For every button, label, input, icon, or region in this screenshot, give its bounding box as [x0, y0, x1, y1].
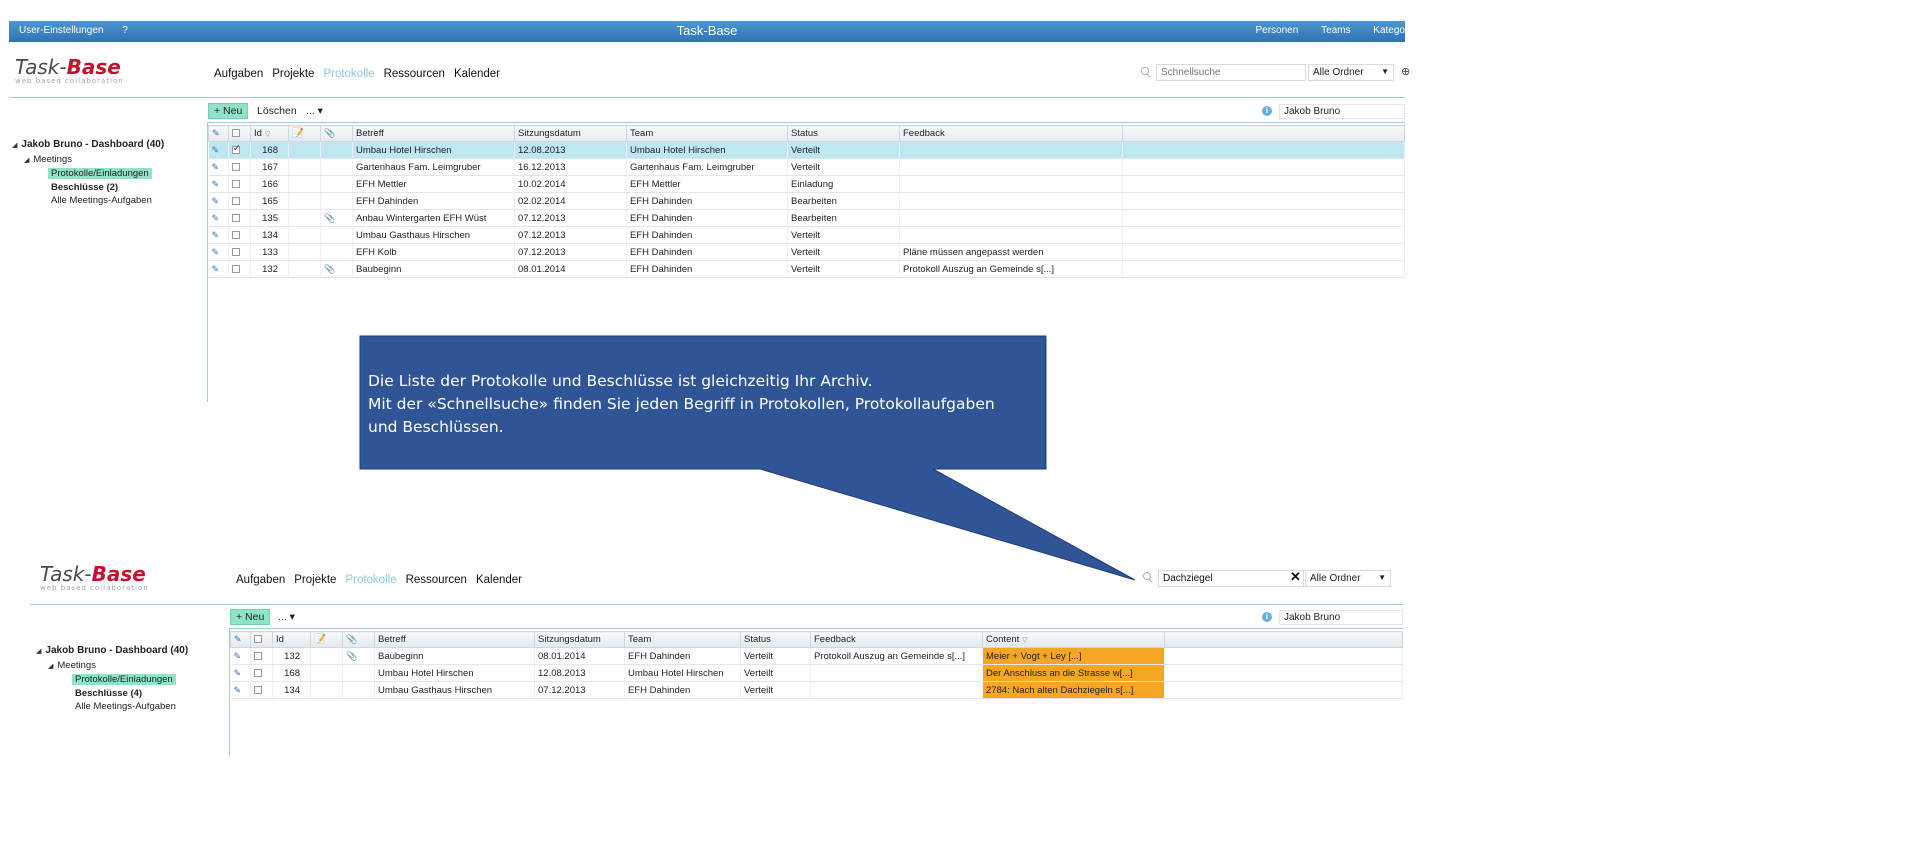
paperclip-icon[interactable]: 📎: [346, 651, 357, 661]
status-cell: Verteilt: [740, 681, 811, 699]
tree-root[interactable]: Jakob Bruno - Dashboard (40): [45, 645, 188, 656]
table-row[interactable]: ✎ 134 Umbau Gasthaus Hirschen 07.12.2013 EFH…: [230, 681, 1403, 699]
feedback-cell: Protokoll Auszug an Gemeinde s[...]: [810, 647, 983, 665]
column-header-id[interactable]: Id: [272, 631, 311, 648]
content-cell: Meier + Vogt + Ley [...]: [982, 647, 1165, 665]
status-cell: Verteilt: [740, 664, 811, 682]
task-cell: [310, 681, 343, 699]
user-field[interactable]: Jakob Bruno: [1279, 610, 1403, 625]
content-cell: Der Anschluss an die Strasse w[...]: [982, 664, 1165, 682]
select-cell[interactable]: [250, 681, 273, 699]
team-cell: EFH Dahinden: [624, 681, 741, 699]
id-cell: 168: [272, 664, 311, 682]
paperclip-icon: 📎: [346, 634, 358, 644]
column-header-content[interactable]: Content ▽: [982, 631, 1165, 648]
column-header-task[interactable]: 📝: [310, 631, 343, 648]
nav-aufgaben[interactable]: Aufgaben: [236, 574, 285, 586]
task-edit-icon: 📝: [314, 634, 326, 645]
tree-item-beschluesse[interactable]: Beschlüsse (4): [75, 688, 142, 699]
tree-item-meetings[interactable]: Meetings: [57, 660, 96, 671]
task-cell: [310, 664, 343, 682]
divider: [30, 604, 1403, 605]
more-actions-button[interactable]: ... ▾: [278, 611, 295, 623]
clear-search-icon[interactable]: ✕: [1290, 569, 1301, 585]
column-header-status[interactable]: Status: [740, 631, 811, 648]
sitzungsdatum-cell: 12.08.2013: [534, 664, 625, 682]
filler-cell: [1164, 681, 1403, 699]
tree-item-protokolle[interactable]: Protokolle/Einladungen: [72, 674, 176, 685]
callout-text: Die Liste der Protokolle und Beschlüsse …: [368, 372, 995, 436]
column-header-attachment[interactable]: 📎: [342, 631, 375, 648]
sitzungsdatum-cell: 07.12.2013: [534, 681, 625, 699]
edit-column-header: ✎: [230, 631, 251, 648]
team-cell: Umbau Hotel Hirschen: [624, 664, 741, 682]
attachment-cell: [342, 664, 375, 682]
chevron-down-icon: ▼: [1378, 573, 1386, 582]
nav-kalender[interactable]: Kalender: [476, 574, 522, 586]
main-nav: Aufgaben Projekte Protokolle Ressourcen Kale…: [236, 574, 531, 586]
pencil-icon[interactable]: ✎: [234, 685, 242, 695]
betreff-cell: Umbau Hotel Hirschen: [374, 664, 535, 682]
tree-item-all-tasks[interactable]: Alle Meetings-Aufgaben: [75, 701, 176, 712]
row-checkbox[interactable]: [254, 685, 262, 694]
table-row[interactable]: ✎ 168 Umbau Hotel Hirschen12.08.2013Umbau …: [230, 664, 1403, 682]
expand-triangle-icon[interactable]: ◢: [36, 648, 41, 655]
nav-ressourcen[interactable]: Ressourcen: [406, 574, 467, 586]
select-all-header[interactable]: [250, 631, 273, 648]
task-cell: [310, 647, 343, 665]
checkbox[interactable]: [254, 635, 262, 643]
attachment-cell: [342, 681, 375, 699]
pencil-icon[interactable]: ✎: [234, 651, 242, 661]
filler-cell: [1164, 664, 1403, 682]
edit-cell[interactable]: ✎: [230, 664, 251, 682]
column-header-filler: [1164, 631, 1403, 648]
column-header-betreff[interactable]: Betreff: [374, 631, 535, 648]
pencil-icon: ✎: [234, 634, 242, 644]
select-cell[interactable]: [250, 664, 273, 682]
filler-cell: [1164, 647, 1403, 665]
row-checkbox[interactable]: [254, 668, 262, 677]
column-header-sitzungsdatum[interactable]: Sitzungsdatum: [534, 631, 625, 648]
edit-cell[interactable]: ✎: [230, 681, 251, 699]
pencil-icon[interactable]: ✎: [234, 668, 242, 678]
sitzungsdatum-cell: 08.01.2014: [534, 647, 625, 665]
info-icon[interactable]: i: [1262, 612, 1272, 622]
table-row[interactable]: ✎ 132 📎 Baubeginn 08.01.2014 EFH Dahinden Vert…: [230, 647, 1403, 665]
app-logo: Task-Base web based collaboration: [40, 562, 149, 592]
expand-triangle-icon[interactable]: ◢: [48, 663, 53, 670]
search-result-table: ✎ Id 📝 📎 Betreff Sitzungsdatum Team Stat…: [230, 631, 1403, 699]
search-icon: [1143, 572, 1153, 582]
divider: [229, 628, 1403, 629]
sort-icon: ▽: [1022, 637, 1028, 644]
betreff-cell: Umbau Gasthaus Hirschen: [374, 681, 535, 699]
team-cell: EFH Dahinden: [624, 647, 741, 665]
edit-cell[interactable]: ✎: [230, 647, 251, 665]
nav-protokolle[interactable]: Protokolle: [345, 574, 396, 586]
new-button[interactable]: + Neu: [230, 609, 271, 625]
row-checkbox[interactable]: [254, 651, 262, 660]
feedback-cell: [810, 681, 983, 699]
betreff-cell: Baubeginn: [374, 647, 535, 665]
column-header-feedback[interactable]: Feedback: [810, 631, 983, 648]
id-cell: 132: [272, 647, 311, 665]
folder-select[interactable]: Alle Ordner ▼: [1305, 570, 1391, 587]
feedback-cell: [810, 664, 983, 682]
nav-projekte[interactable]: Projekte: [294, 574, 336, 586]
attachment-cell: 📎: [342, 647, 375, 665]
id-cell: 134: [272, 681, 311, 699]
quick-search-input[interactable]: Dachziegel: [1158, 570, 1304, 587]
table-header: ✎ Id 📝 📎 Betreff Sitzungsdatum Team Stat…: [230, 631, 1403, 648]
select-cell[interactable]: [250, 647, 273, 665]
navigation-tree: ◢ Jakob Bruno - Dashboard (40) ◢ Meetings …: [36, 644, 188, 714]
content-cell: 2784: Nach alten Dachziegeln s[...]: [982, 681, 1165, 699]
status-cell: Verteilt: [740, 647, 811, 665]
column-header-team[interactable]: Team: [624, 631, 741, 648]
